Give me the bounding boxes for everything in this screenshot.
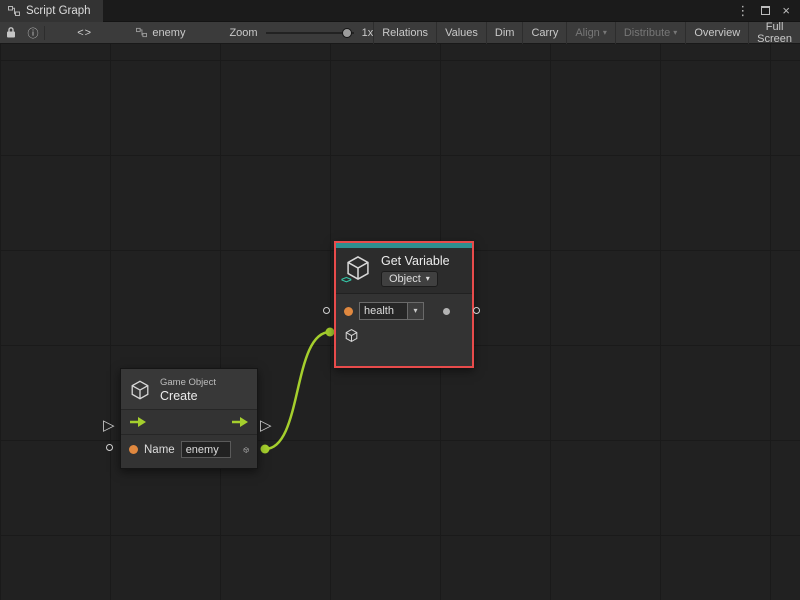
name-param-input[interactable] bbox=[181, 441, 231, 458]
overview-button[interactable]: Overview bbox=[685, 22, 748, 44]
variable-name-row: ▾ bbox=[336, 299, 472, 323]
zoom-control: Zoom 1x bbox=[229, 27, 373, 39]
align-button: Align ▾ bbox=[566, 22, 614, 44]
tab-script-graph[interactable]: Script Graph bbox=[0, 0, 103, 22]
kebab-menu-icon[interactable]: ⋮ bbox=[736, 4, 749, 17]
create-node-param-row: Name bbox=[121, 434, 257, 468]
object-port-row bbox=[336, 323, 472, 348]
object-input-port-icon[interactable] bbox=[344, 328, 359, 343]
getvariable-value-output-port[interactable] bbox=[473, 307, 480, 314]
get-variable-header: <> Get Variable Object ▾ bbox=[336, 248, 472, 293]
name-param-label: Name bbox=[144, 444, 175, 456]
get-variable-node[interactable]: <> Get Variable Object ▾ ▾ bbox=[334, 241, 474, 368]
create-node-flow-row bbox=[121, 409, 257, 434]
chevron-down-icon: ▾ bbox=[673, 29, 677, 37]
zoom-slider[interactable] bbox=[266, 27, 354, 39]
close-icon[interactable]: × bbox=[782, 4, 790, 17]
node-title: Create bbox=[160, 389, 216, 403]
zoom-slider-track[interactable] bbox=[266, 32, 354, 34]
name-string-port-dot[interactable] bbox=[129, 445, 138, 454]
create-name-input-port[interactable] bbox=[106, 444, 113, 451]
node-title: Get Variable bbox=[381, 254, 450, 268]
lock-button[interactable] bbox=[0, 22, 22, 44]
connection-wire[interactable] bbox=[265, 332, 330, 449]
create-node-titles: Game Object Create bbox=[160, 377, 216, 403]
node-type-label: Game Object bbox=[160, 377, 216, 388]
gameobject-cube-icon bbox=[129, 379, 151, 401]
info-icon: ⓘ bbox=[28, 25, 39, 41]
toolbar-separator bbox=[44, 26, 45, 40]
graph-name-label: enemy bbox=[152, 27, 185, 39]
get-variable-body: ▾ bbox=[336, 293, 472, 366]
distribute-button: Distribute ▾ bbox=[615, 22, 685, 44]
zoom-label: Zoom bbox=[229, 27, 257, 39]
toolbar-buttons: Relations Values Dim Carry Align ▾ Distr… bbox=[373, 22, 800, 44]
toolbar: ⓘ <> enemy Zoom 1x Relations bbox=[0, 22, 800, 44]
script-graph-window: Script Graph ⋮ × ⓘ <> ene bbox=[0, 0, 800, 600]
carry-button[interactable]: Carry bbox=[522, 22, 566, 44]
zoom-value: 1x bbox=[362, 27, 374, 39]
graph-breadcrumb[interactable]: enemy bbox=[132, 22, 189, 44]
chevron-down-icon: ▾ bbox=[603, 29, 607, 37]
create-gameobject-output-port[interactable] bbox=[261, 445, 270, 454]
gameobject-output-port-icon[interactable] bbox=[243, 442, 249, 458]
tab-label: Script Graph bbox=[26, 5, 91, 17]
values-button[interactable]: Values bbox=[436, 22, 486, 44]
graph-canvas[interactable]: Game Object Create Name bbox=[0, 44, 800, 600]
graph-file-icon bbox=[136, 27, 147, 38]
script-graph-icon bbox=[8, 5, 20, 17]
flow-in-arrow-icon[interactable] bbox=[129, 416, 147, 428]
titlebar-controls: ⋮ × bbox=[736, 0, 800, 21]
code-icon: <> bbox=[77, 27, 92, 39]
maximize-icon[interactable] bbox=[761, 6, 770, 15]
variable-name-input[interactable] bbox=[359, 302, 407, 320]
code-badge-icon: <> bbox=[341, 275, 351, 286]
create-flow-out-port[interactable]: ▷ bbox=[260, 418, 272, 433]
create-node[interactable]: Game Object Create Name bbox=[120, 368, 258, 469]
lock-icon bbox=[5, 26, 17, 39]
create-flow-in-port[interactable]: ▷ bbox=[103, 418, 115, 433]
value-output-port-dot[interactable] bbox=[443, 308, 450, 315]
code-view-button[interactable]: <> bbox=[71, 22, 99, 44]
titlebar: Script Graph ⋮ × bbox=[0, 0, 800, 22]
chevron-down-icon: ▾ bbox=[413, 307, 417, 315]
relations-button[interactable]: Relations bbox=[373, 22, 436, 44]
variable-scope-dropdown[interactable]: Object ▾ bbox=[381, 271, 438, 287]
dim-button[interactable]: Dim bbox=[486, 22, 523, 44]
chevron-down-icon: ▾ bbox=[426, 275, 430, 283]
variable-name-dropdown-button[interactable]: ▾ bbox=[407, 302, 424, 320]
variable-cube-icon: <> bbox=[344, 254, 372, 282]
create-node-header: Game Object Create bbox=[121, 369, 257, 409]
zoom-slider-knob[interactable] bbox=[342, 28, 352, 38]
fullscreen-button[interactable]: Full Screen bbox=[748, 22, 800, 44]
info-button[interactable]: ⓘ bbox=[22, 22, 44, 44]
variable-name-port-dot[interactable] bbox=[344, 307, 353, 316]
getvariable-name-input-port[interactable] bbox=[323, 307, 330, 314]
flow-out-arrow-icon[interactable] bbox=[231, 416, 249, 428]
get-variable-titles: Get Variable Object ▾ bbox=[381, 254, 450, 287]
